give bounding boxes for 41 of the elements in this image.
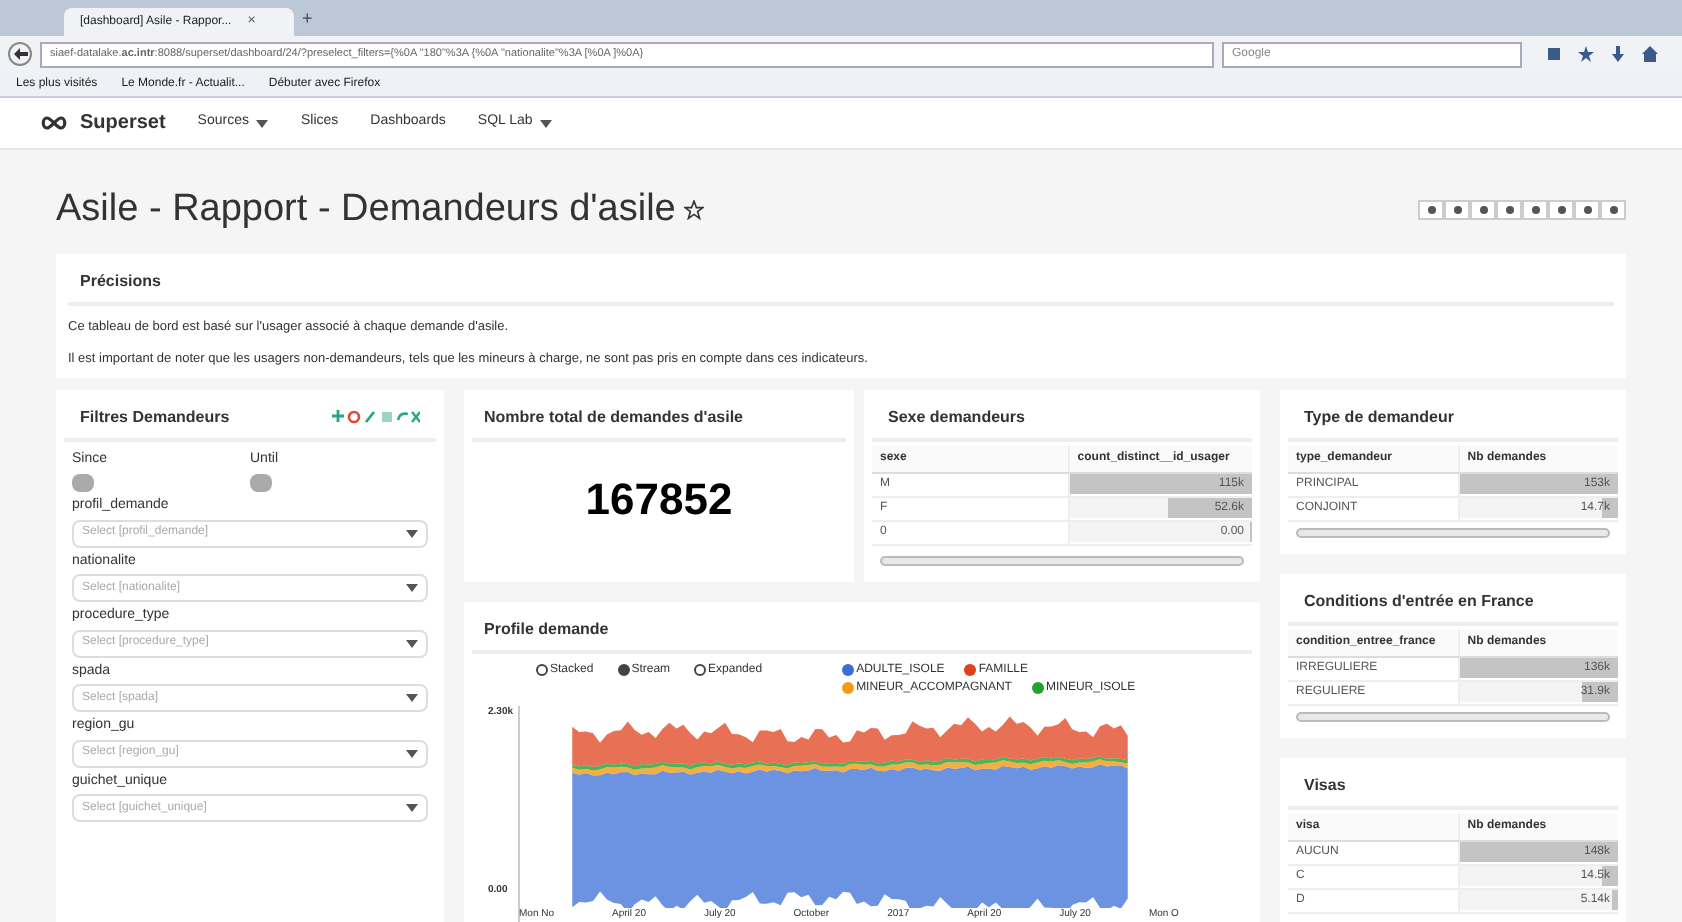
caret-icon bbox=[540, 119, 553, 127]
radio-button[interactable] bbox=[536, 664, 548, 676]
horizontal-scrollbar[interactable] bbox=[1296, 712, 1610, 722]
new-tab-button[interactable]: + bbox=[302, 5, 313, 36]
panel-title: Précisions bbox=[68, 262, 1614, 306]
toolbar-button[interactable] bbox=[1522, 200, 1548, 220]
panel-title: Conditions d'entrée en France bbox=[1288, 581, 1618, 626]
radio-button[interactable] bbox=[694, 664, 707, 676]
dashboard-title: Asile - Rapport - Demandeurs d'asile bbox=[56, 185, 676, 234]
big-number: 167852 bbox=[585, 472, 733, 528]
back-button[interactable] bbox=[8, 42, 32, 66]
caret-icon bbox=[406, 694, 418, 702]
caret-icon bbox=[256, 119, 269, 127]
caret-icon bbox=[406, 584, 418, 592]
panel-title: Type de demandeur bbox=[1288, 397, 1618, 441]
caret-icon bbox=[406, 804, 418, 812]
panel-title: Sexe demandeurs bbox=[872, 397, 1252, 441]
horizontal-scrollbar[interactable] bbox=[880, 555, 1244, 565]
toolbar-icon[interactable] bbox=[1546, 46, 1562, 62]
caret-icon bbox=[406, 639, 418, 647]
horizontal-scrollbar[interactable] bbox=[1296, 527, 1610, 538]
back-arrow-icon bbox=[13, 48, 27, 60]
radio-button[interactable] bbox=[617, 664, 630, 676]
panel-title: Filtres Demandeurs bbox=[80, 405, 230, 429]
caret-icon bbox=[406, 749, 418, 757]
panel-title: Visas bbox=[1288, 766, 1618, 810]
toolbar-button[interactable] bbox=[1574, 200, 1600, 220]
toolbar-icon[interactable] bbox=[1578, 46, 1594, 62]
toolbar-button[interactable] bbox=[1548, 200, 1574, 220]
infinity-logo-icon bbox=[40, 116, 68, 130]
toolbar-button[interactable] bbox=[1418, 200, 1444, 220]
brand-name: Superset bbox=[80, 110, 166, 138]
star-icon[interactable] bbox=[683, 200, 704, 220]
toolbar-button[interactable] bbox=[1470, 200, 1496, 220]
caret-icon bbox=[406, 529, 418, 537]
panel-title: Profile demande bbox=[472, 609, 1252, 653]
toolbar-button[interactable] bbox=[1600, 200, 1626, 220]
toolbar-button[interactable] bbox=[1496, 200, 1522, 220]
toolbar-button[interactable] bbox=[1444, 200, 1470, 220]
panel-actions-icon[interactable] bbox=[332, 410, 420, 424]
panel-title: Nombre total de demandes d'asile bbox=[472, 397, 846, 441]
